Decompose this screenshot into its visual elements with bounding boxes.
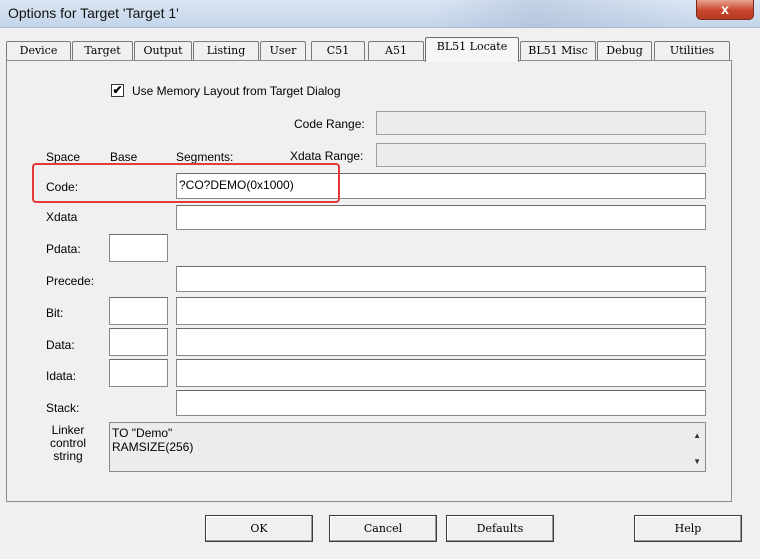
base-column-header: Base — [110, 150, 138, 164]
bit-segments-input[interactable] — [176, 297, 706, 325]
space-column-header: Space — [46, 150, 81, 164]
xdata-range-label: Xdata Range: — [290, 149, 364, 163]
bit-label: Bit: — [46, 306, 64, 320]
idata-label: Idata: — [46, 369, 77, 383]
tab-a51[interactable]: A51 — [368, 41, 424, 61]
bit-base-input[interactable] — [109, 297, 168, 325]
data-base-input[interactable] — [109, 328, 168, 356]
code-row-highlight — [32, 163, 340, 203]
tab-debug[interactable]: Debug — [597, 41, 652, 61]
tab-bl51-misc[interactable]: BL51 Misc — [520, 41, 596, 61]
title-bar: Options for Target 'Target 1' x — [0, 0, 760, 28]
pdata-label: Pdata: — [46, 242, 81, 256]
use-memory-layout-label: Use Memory Layout from Target Dialog — [132, 84, 341, 98]
data-label: Data: — [46, 338, 75, 352]
idata-segments-input[interactable] — [176, 359, 706, 387]
linker-control-string-textarea[interactable]: TO "Demo" RAMSIZE(256) ▲ ▼ — [109, 422, 706, 472]
ok-button[interactable]: OK — [205, 515, 313, 542]
tab-output[interactable]: Output — [134, 41, 192, 61]
xdata-range-input[interactable] — [376, 143, 706, 167]
linker-line: TO "Demo" — [112, 426, 173, 440]
tab-bl51-locate[interactable]: BL51 Locate — [425, 37, 519, 62]
tab-user[interactable]: User — [260, 41, 306, 61]
precede-segments-input[interactable] — [176, 266, 706, 292]
segments-column-header: Segments: — [176, 150, 234, 164]
use-memory-layout-checkbox[interactable]: ✔ — [111, 84, 124, 97]
scroll-down-arrow-icon[interactable]: ▼ — [693, 455, 701, 469]
stack-segments-input[interactable] — [176, 390, 706, 416]
precede-label: Precede: — [46, 274, 95, 288]
tab-listing[interactable]: Listing — [193, 41, 259, 61]
xdata-segments-input[interactable] — [176, 205, 706, 230]
tab-c51[interactable]: C51 — [311, 41, 365, 61]
linker-line: RAMSIZE(256) — [112, 440, 194, 454]
tab-device[interactable]: Device — [6, 41, 71, 61]
data-segments-input[interactable] — [176, 328, 706, 356]
window-title: Options for Target 'Target 1' — [8, 5, 179, 21]
close-button[interactable]: x — [696, 0, 754, 20]
pdata-base-input[interactable] — [109, 234, 168, 262]
cancel-button[interactable]: Cancel — [329, 515, 437, 542]
scroll-up-arrow-icon[interactable]: ▲ — [693, 429, 701, 443]
tab-target[interactable]: Target — [72, 41, 133, 61]
idata-base-input[interactable] — [109, 359, 168, 387]
tab-utilities[interactable]: Utilities — [654, 41, 730, 61]
code-range-label: Code Range: — [294, 117, 365, 131]
defaults-button[interactable]: Defaults — [446, 515, 554, 542]
help-button[interactable]: Help — [634, 515, 742, 542]
xdata-label: Xdata — [46, 210, 78, 224]
linker-label-line-3: string — [53, 449, 83, 463]
code-range-input[interactable] — [376, 111, 706, 135]
stack-label: Stack: — [46, 401, 80, 415]
title-bar-decoration — [430, 0, 690, 28]
